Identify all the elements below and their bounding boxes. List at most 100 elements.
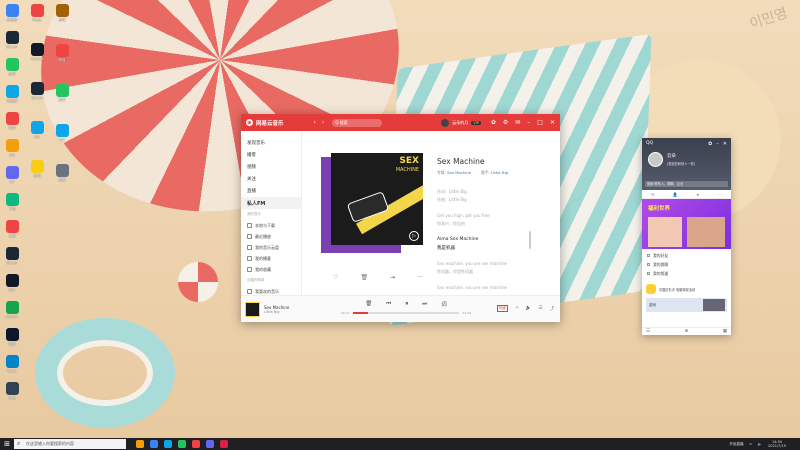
desktop-icon[interactable]: App — [2, 382, 22, 404]
next-icon[interactable]: ⏭ — [422, 301, 427, 308]
taskbar-app-icon[interactable] — [178, 440, 186, 448]
qq-skin-icon[interactable]: ✿ — [708, 141, 712, 147]
desktop-icon[interactable]: 网易 — [2, 112, 22, 134]
music-search-input[interactable]: Q 搜索 — [332, 118, 383, 127]
qq-list-item[interactable]: 我的群聊 — [647, 260, 726, 269]
next-fm-icon[interactable]: ⇥ — [390, 274, 395, 281]
desktop-icon[interactable]: Edge — [2, 355, 22, 377]
desktop-icon[interactable]: QQ — [27, 121, 47, 143]
effects-icon[interactable]: ✧ — [515, 306, 519, 311]
sidebar-mine-item-0[interactable]: 本地与下载 — [241, 220, 301, 231]
close-icon[interactable]: ✕ — [550, 119, 555, 126]
qq-tab-message-icon[interactable]: ✉ — [651, 192, 654, 197]
desktop-icon[interactable]: 工具 — [2, 220, 22, 242]
sidebar-item-0[interactable]: 发现音乐 — [241, 137, 301, 149]
taskbar-app-icon[interactable] — [220, 440, 228, 448]
qq-menu-icon[interactable]: ☰ — [646, 329, 650, 334]
qq-minimize-icon[interactable]: – — [716, 141, 719, 147]
back-icon[interactable]: ‹ — [314, 119, 316, 126]
clock[interactable]: 14:50 2021/7/19 — [768, 440, 786, 448]
qq-banner[interactable]: 福利世界 — [642, 199, 731, 249]
qq-avatar[interactable] — [648, 152, 663, 167]
mail-icon[interactable]: ✉ — [515, 119, 520, 126]
tray-text[interactable]: 开始直播 — [729, 442, 743, 447]
user-avatar[interactable] — [441, 118, 450, 127]
album-cover[interactable]: SEX MACHINE ▷ — [331, 153, 423, 245]
desktop-icon[interactable]: 应用 — [2, 58, 22, 80]
skin-icon[interactable]: ✿ — [491, 119, 496, 126]
settings-icon[interactable]: ⚙ — [503, 119, 508, 126]
taskbar-app-icon[interactable] — [136, 440, 144, 448]
prev-icon[interactable]: ⏮ — [386, 301, 391, 308]
minimize-icon[interactable]: – — [527, 119, 530, 126]
quality-tag[interactable]: 标准 — [497, 305, 509, 312]
desktop-icon[interactable]: Steam — [27, 82, 47, 104]
qq-tab-space-icon[interactable]: ★ — [696, 192, 700, 197]
desktop-icon[interactable]: Steam — [2, 31, 22, 53]
trash-icon[interactable]: 🗑 — [365, 301, 372, 307]
sidebar-item-3[interactable]: 关注 — [241, 173, 301, 185]
desktop-icon[interactable]: 浏览器 — [2, 85, 22, 107]
sidebar-mine-item-2[interactable]: 我的音乐云盘 — [241, 242, 301, 253]
qq-close-icon[interactable]: ✕ — [723, 141, 727, 147]
taskbar-app-icon[interactable] — [192, 440, 200, 448]
cover-play-icon[interactable]: ▷ — [409, 231, 419, 241]
desktop-icon[interactable]: Epic — [2, 274, 22, 296]
qq-search-input[interactable]: 搜索:联系人、群聊、企业 — [645, 181, 728, 187]
share-icon[interactable]: ⤴ — [550, 306, 555, 312]
lyrics-scrollbar[interactable] — [529, 231, 531, 249]
desktop-icon[interactable]: 应用 — [27, 160, 47, 182]
album-link[interactable]: Sex Machine — [447, 170, 471, 175]
music-user[interactable]: 云朵的月 VIP — [441, 118, 481, 127]
sidebar-item-4[interactable]: 直播 — [241, 185, 301, 197]
desktop-icon[interactable]: Mega — [27, 4, 47, 26]
artist-link[interactable]: Little Big — [491, 170, 508, 175]
qq-app-icon[interactable]: ▦ — [723, 329, 727, 334]
taskbar-app-icon[interactable] — [206, 440, 214, 448]
qq-tab-contacts-icon[interactable]: 👤 — [673, 192, 678, 197]
desktop-icon[interactable]: UU — [52, 124, 72, 146]
taskbar-app-icon[interactable] — [164, 440, 172, 448]
desktop-icon[interactable]: 游戏 — [52, 4, 72, 26]
maximize-icon[interactable]: □ — [537, 119, 543, 126]
network-icon[interactable]: ⌂ — [749, 442, 751, 446]
sidebar-mine-item-1[interactable]: 最近播放 — [241, 231, 301, 242]
playlist-icon[interactable]: ☰ — [538, 306, 542, 311]
desktop-icon[interactable]: 助手 — [52, 84, 72, 106]
progress-bar[interactable] — [352, 312, 460, 314]
desktop-icon[interactable]: 下载 — [2, 193, 22, 215]
qq-list-item[interactable]: 我的好友 — [647, 251, 726, 260]
sidebar-item-1[interactable]: 播客 — [241, 149, 301, 161]
start-button[interactable]: ⊞ — [0, 438, 14, 450]
forward-icon[interactable]: › — [322, 119, 324, 126]
volume-tray-icon[interactable]: 🔈 — [758, 442, 762, 446]
desktop-icon[interactable]: QQ — [2, 139, 22, 161]
qq-tab-more-icon[interactable]: ⋯ — [718, 192, 722, 197]
sidebar-mine-item-3[interactable]: 我的播客 — [241, 253, 301, 264]
like-icon[interactable]: ♡ — [333, 274, 338, 281]
taskbar-app-icon[interactable] — [150, 440, 158, 448]
sidebar-mine-item-4[interactable]: 我的收藏 — [241, 264, 301, 275]
user-name[interactable]: 云朵的月 — [452, 120, 468, 126]
mini-cover[interactable] — [245, 301, 260, 317]
taskbar-search[interactable]: ⌕ 在这里输入你要搜索的内容 — [14, 439, 126, 449]
desktop-icon[interactable]: 网易 — [52, 44, 72, 66]
more-icon[interactable]: ··· — [417, 274, 423, 281]
lyrics-panel[interactable]: 作词：Little Big 作曲：Little Big Get you high, … — [437, 189, 527, 289]
desktop-icon[interactable]: 设置 — [2, 328, 22, 350]
desktop-icon[interactable]: CapCut — [27, 43, 47, 65]
sidebar-item-5[interactable]: 私人FM — [241, 197, 301, 209]
desktop-icon[interactable]: Steam — [2, 247, 22, 269]
qq-ad[interactable]: 中国红杉手·电脑特权活动 — [646, 282, 727, 296]
now-artist[interactable]: Little Big — [264, 310, 289, 314]
qq-game-card[interactable]: 游戏 — [646, 298, 727, 312]
qq-add-icon[interactable]: ⊕ — [685, 329, 689, 334]
qq-signature[interactable]: [想说的和别人一样] — [667, 161, 695, 166]
sidebar-item-2[interactable]: 视频 — [241, 161, 301, 173]
desktop-icon[interactable]: NVIDIA — [2, 301, 22, 323]
desktop-icon[interactable]: 设置 — [52, 164, 72, 186]
now-title[interactable]: Sex Machine — [264, 305, 289, 310]
lyric-toggle-icon[interactable]: 词 — [441, 300, 447, 308]
desktop-icon[interactable]: EV — [2, 166, 22, 188]
volume-icon[interactable]: 🔈 — [526, 306, 532, 311]
